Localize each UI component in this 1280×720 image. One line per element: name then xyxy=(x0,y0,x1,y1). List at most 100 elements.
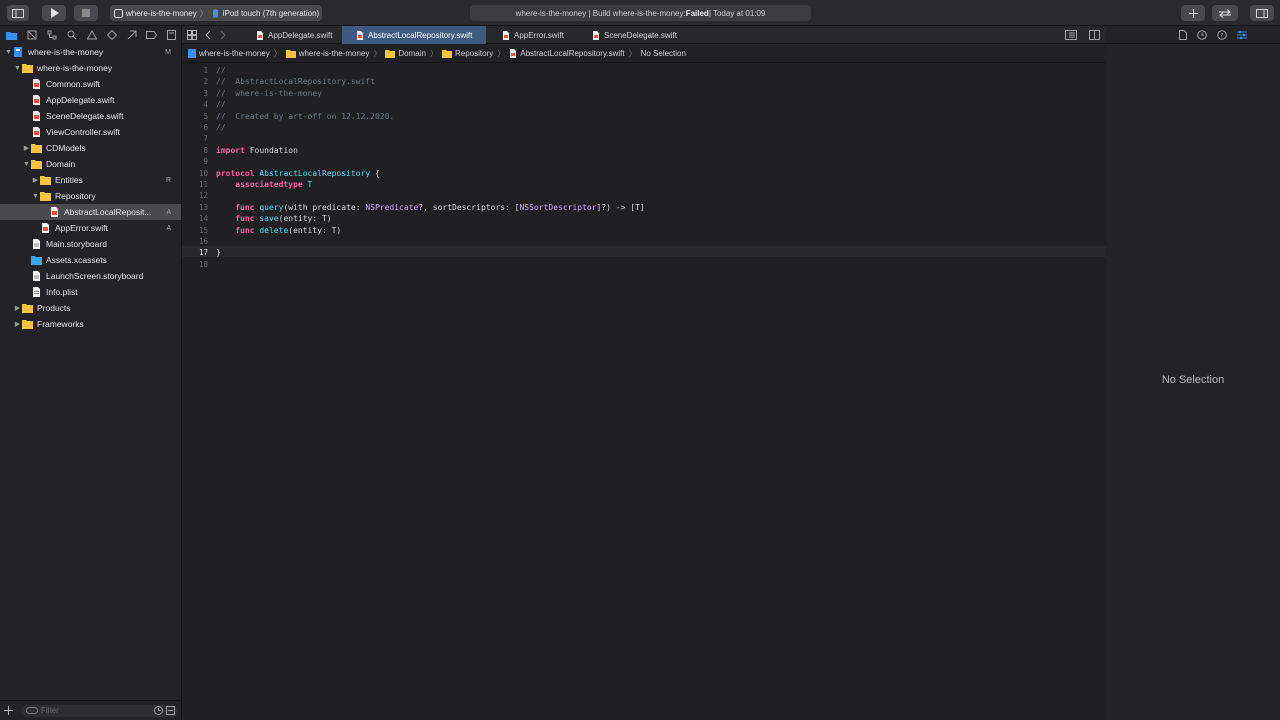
tree-item-group[interactable]: ▶ CDModels xyxy=(0,140,181,156)
breadcrumb-separator: 〉 xyxy=(373,49,382,58)
scm-filter-icon[interactable] xyxy=(166,706,175,715)
disclosure-open-icon[interactable]: ▼ xyxy=(13,65,22,72)
tree-item-label: where-is-the-money xyxy=(37,63,113,73)
tree-item-file[interactable]: AppError.swift A xyxy=(0,220,181,236)
tab-appdelegate[interactable]: AppDelegate.swift xyxy=(250,26,340,44)
tree-item-file[interactable]: LaunchScreen.storyboard xyxy=(0,268,181,284)
swift-file-icon xyxy=(33,111,40,121)
tab-label: AbstractLocalRepository.swift xyxy=(368,30,473,40)
folder-icon xyxy=(31,144,42,153)
line-number: 4 xyxy=(203,100,208,110)
breadcrumb-symbol[interactable]: No Selection xyxy=(641,49,686,58)
tab-label: SceneDelegate.swift xyxy=(604,30,677,40)
disclosure-closed-icon[interactable]: ▶ xyxy=(31,176,40,184)
recent-files-icon[interactable] xyxy=(154,706,163,715)
inspector-panel-icon xyxy=(1256,8,1268,18)
code-token: (entity: T) xyxy=(278,214,332,224)
type-token: NSPredicate xyxy=(365,202,419,212)
keyword-token: import xyxy=(216,145,245,155)
help-inspector-icon[interactable]: ? xyxy=(1217,29,1227,40)
library-button[interactable] xyxy=(1181,5,1205,21)
file-inspector-icon[interactable] xyxy=(1179,29,1187,40)
tree-item-group[interactable]: ▶ Frameworks xyxy=(0,316,181,332)
source-editor[interactable]: 1 2 3 4 5 6 7 8 9 10 11 12 13 14 15 16 1… xyxy=(182,64,1106,720)
disclosure-closed-icon[interactable]: ▶ xyxy=(22,144,31,152)
breakpoint-nav-icon[interactable] xyxy=(146,30,157,41)
tab-scenedelegate[interactable]: SceneDelegate.swift xyxy=(590,26,690,44)
tree-item-label: LaunchScreen.storyboard xyxy=(46,271,144,281)
tree-item-file-selected[interactable]: AbstractLocalReposit... A xyxy=(0,204,181,220)
tree-item-label: Common.swift xyxy=(46,79,100,89)
toggle-inspector-button[interactable] xyxy=(1250,5,1274,21)
forward-chevron-icon[interactable] xyxy=(220,30,226,40)
tree-item-file[interactable]: Info.plist xyxy=(0,284,181,300)
source-control-icon[interactable] xyxy=(26,30,37,41)
svg-text:?: ? xyxy=(1220,32,1223,39)
arrows-icon xyxy=(1219,8,1231,18)
line-number: 1 xyxy=(203,66,208,75)
breadcrumb-project[interactable]: where-is-the-money xyxy=(188,49,270,58)
tree-item-label: AppDelegate.swift xyxy=(46,95,115,105)
add-icon[interactable] xyxy=(4,706,13,715)
tab-abstractlocalrepository[interactable]: AbstractLocalRepository.swift xyxy=(342,26,486,44)
find-nav-icon[interactable] xyxy=(66,30,77,41)
editor-options-icon[interactable] xyxy=(1065,30,1077,40)
tree-item-file[interactable]: Assets.xcassets xyxy=(0,252,181,268)
disclosure-open-icon[interactable]: ▼ xyxy=(31,193,40,200)
breadcrumb-group[interactable]: where-is-the-money xyxy=(285,49,369,58)
breadcrumb-separator: 〉 xyxy=(429,49,438,58)
stop-button[interactable] xyxy=(74,5,98,21)
editor-tab-bar: AppDelegate.swift AbstractLocalRepositor… xyxy=(182,26,1106,44)
disclosure-closed-icon[interactable]: ▶ xyxy=(13,320,22,328)
toggle-navigator-button[interactable] xyxy=(7,5,29,21)
disclosure-open-icon[interactable]: ▼ xyxy=(22,161,31,168)
tab-label: AppDelegate.swift xyxy=(268,30,333,40)
tab-apperror[interactable]: AppError.swift xyxy=(500,26,580,44)
filter-input[interactable]: Filter xyxy=(21,704,177,717)
status-prefix: where-is-the-money | Build where-is-the-… xyxy=(515,8,686,18)
back-chevron-icon[interactable] xyxy=(205,30,211,40)
breadcrumb-file[interactable]: AbstractLocalRepository.swift xyxy=(509,49,625,58)
code-review-button[interactable] xyxy=(1212,5,1238,21)
code-line: func delete(entity: T) xyxy=(216,226,341,235)
tree-item-group[interactable]: ▶ Products xyxy=(0,300,181,316)
line-number: 8 xyxy=(203,145,208,155)
run-button[interactable] xyxy=(42,5,66,21)
type-token: AbstractLocalRepository xyxy=(259,168,371,178)
scheme-selector[interactable]: where-is-the-money 〉 iPod touch (7th gen… xyxy=(110,5,322,21)
tree-item-file[interactable]: ViewController.swift xyxy=(0,124,181,140)
tab-label: AppError.swift xyxy=(514,30,564,40)
swift-file-icon xyxy=(33,127,40,137)
activity-status: where-is-the-money | Build where-is-the-… xyxy=(470,5,811,21)
line-number-current: 17 xyxy=(198,248,208,258)
tree-item-label: Frameworks xyxy=(37,319,84,329)
related-items-icon[interactable] xyxy=(187,30,197,40)
disclosure-closed-icon[interactable]: ▶ xyxy=(13,304,22,312)
folder-nav-icon[interactable] xyxy=(6,30,17,41)
history-inspector-icon[interactable] xyxy=(1197,29,1207,40)
report-nav-icon[interactable] xyxy=(166,30,177,41)
tree-item-group[interactable]: ▼ Repository xyxy=(0,188,181,204)
status-time: | Today at 01:09 xyxy=(708,8,766,18)
tree-item-file[interactable]: AppDelegate.swift xyxy=(0,92,181,108)
debug-nav-icon[interactable] xyxy=(126,30,137,41)
tree-item-file[interactable]: Common.swift xyxy=(0,76,181,92)
tree-item-group[interactable]: ▶ Entities R xyxy=(0,172,181,188)
test-nav-icon[interactable] xyxy=(106,30,117,41)
tree-item-file[interactable]: Main.storyboard xyxy=(0,236,181,252)
swift-file-icon xyxy=(593,30,599,40)
breadcrumb-domain[interactable]: Domain xyxy=(385,49,426,58)
xcodeproj-icon xyxy=(188,49,196,58)
folder-icon xyxy=(285,49,296,58)
disclosure-open-icon[interactable]: ▼ xyxy=(4,49,13,56)
tree-item-file[interactable]: SceneDelegate.swift xyxy=(0,108,181,124)
tree-item-group[interactable]: ▼ where-is-the-money xyxy=(0,60,181,76)
attributes-inspector-icon[interactable] xyxy=(1237,30,1247,40)
symbol-nav-icon[interactable] xyxy=(46,30,57,41)
keyword-token: func xyxy=(235,202,255,212)
tree-item-project[interactable]: ▼ where-is-the-money M xyxy=(0,44,181,60)
split-editor-icon[interactable] xyxy=(1089,30,1100,40)
issue-nav-icon[interactable] xyxy=(86,30,97,41)
breadcrumb-repository[interactable]: Repository xyxy=(441,49,493,58)
tree-item-group[interactable]: ▼ Domain xyxy=(0,156,181,172)
